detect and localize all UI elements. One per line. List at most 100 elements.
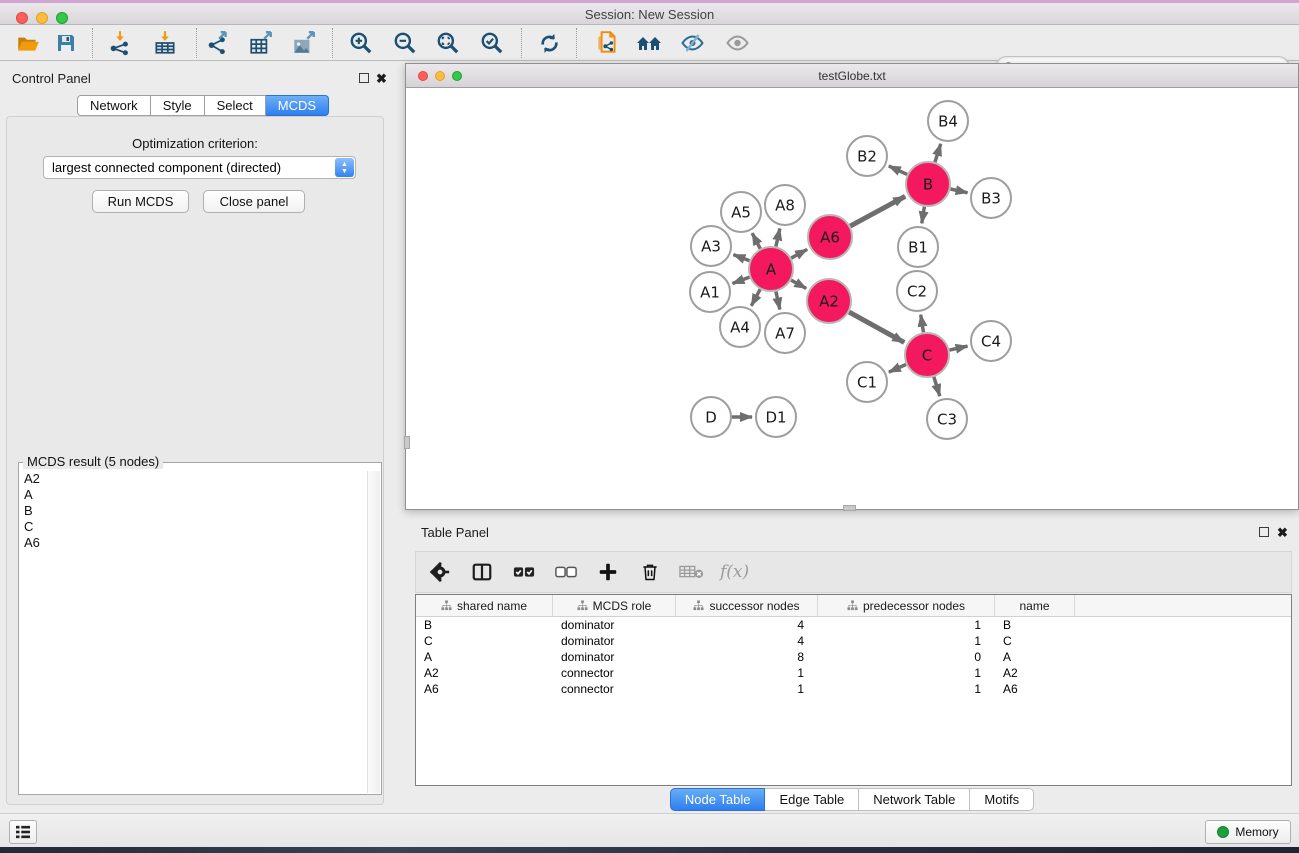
zoom-out-icon[interactable] bbox=[390, 29, 420, 57]
function-builder-icon[interactable]: f(x) bbox=[720, 562, 749, 582]
graph-node-A6[interactable]: A6 bbox=[808, 215, 852, 259]
graph-node-C1[interactable]: C1 bbox=[847, 362, 887, 402]
table-row[interactable]: Cdominator41C bbox=[416, 633, 1291, 649]
control-tab-mcds[interactable]: MCDS bbox=[266, 95, 329, 116]
graph-edge-B-B1[interactable] bbox=[922, 207, 925, 224]
export-image-icon[interactable] bbox=[289, 29, 319, 57]
show-all-panels-icon[interactable] bbox=[634, 29, 664, 57]
hide-eye-icon[interactable] bbox=[677, 29, 707, 57]
zoom-fit-icon[interactable] bbox=[433, 29, 463, 57]
mcds-result-item[interactable]: A6 bbox=[20, 535, 366, 551]
control-tab-style[interactable]: Style bbox=[151, 95, 205, 116]
column-header-successor-nodes[interactable]: successor nodes bbox=[676, 595, 818, 616]
graph-node-A2[interactable]: A2 bbox=[807, 279, 851, 323]
mcds-result-list[interactable]: A2ABCA6 bbox=[20, 471, 366, 793]
import-table-icon[interactable] bbox=[150, 29, 180, 57]
table-tab-node-table[interactable]: Node Table bbox=[670, 788, 766, 811]
show-columns-icon[interactable] bbox=[468, 558, 496, 586]
save-session-icon[interactable] bbox=[51, 29, 81, 57]
apply-layout-icon[interactable] bbox=[534, 29, 564, 57]
zoom-selected-icon[interactable] bbox=[477, 29, 507, 57]
graph-edge-A-A7[interactable] bbox=[776, 291, 780, 309]
graph-node-C2[interactable]: C2 bbox=[897, 271, 937, 311]
show-eye-icon[interactable] bbox=[722, 29, 752, 57]
criterion-dropdown[interactable]: largest connected component (directed) ▲… bbox=[43, 156, 356, 179]
zoom-in-icon[interactable] bbox=[346, 29, 376, 57]
mcds-result-item[interactable]: A bbox=[20, 487, 366, 503]
graph-edge-A6-B[interactable] bbox=[850, 196, 905, 226]
graph-edge-C-C1[interactable] bbox=[889, 364, 906, 372]
graph-node-D[interactable]: D bbox=[691, 397, 731, 437]
network-left-grip[interactable] bbox=[404, 436, 410, 449]
graph-edge-A-A8[interactable] bbox=[776, 228, 780, 246]
graph-node-A1[interactable]: A1 bbox=[690, 272, 730, 312]
graph-node-C[interactable]: C bbox=[905, 333, 949, 377]
deselect-all-icon[interactable] bbox=[552, 558, 580, 586]
graph-node-A3[interactable]: A3 bbox=[691, 226, 731, 266]
graph-node-A7[interactable]: A7 bbox=[765, 313, 805, 353]
network-graph-canvas[interactable]: A A1 A2 A3 A4 A5 A6 A7 A8 B B1 B2 B3B4 C C1 C2 C3C4 D D1 bbox=[406, 88, 1297, 509]
column-header-predecessor-nodes[interactable]: predecessor nodes bbox=[818, 595, 995, 616]
graph-edge-A-A3[interactable] bbox=[733, 255, 749, 261]
delete-table-icon[interactable] bbox=[678, 558, 706, 586]
graph-edge-B-B2[interactable] bbox=[889, 166, 907, 174]
memory-button[interactable]: Memory bbox=[1205, 820, 1291, 844]
delete-entry-icon[interactable] bbox=[636, 558, 664, 586]
mcds-result-item[interactable]: C bbox=[20, 519, 366, 535]
table-tab-motifs[interactable]: Motifs bbox=[970, 788, 1034, 811]
graph-node-A5[interactable]: A5 bbox=[721, 192, 761, 232]
column-header-shared-name[interactable]: shared name bbox=[416, 595, 553, 616]
table-settings-icon[interactable] bbox=[426, 558, 454, 586]
network-bottom-grip[interactable] bbox=[843, 505, 856, 511]
graph-node-C4[interactable]: C4 bbox=[971, 321, 1011, 361]
mcds-result-item[interactable]: A2 bbox=[20, 471, 366, 487]
control-tab-network[interactable]: Network bbox=[77, 95, 151, 116]
graph-node-B4[interactable]: B4 bbox=[928, 101, 968, 141]
mcds-result-item[interactable]: B bbox=[20, 503, 366, 519]
graph-node-B[interactable]: B bbox=[906, 162, 950, 206]
control-tab-select[interactable]: Select bbox=[205, 95, 266, 116]
table-row[interactable]: Bdominator41B bbox=[416, 617, 1291, 633]
network-window-titlebar[interactable]: testGlobe.txt bbox=[406, 64, 1298, 88]
graph-edge-C-C3[interactable] bbox=[934, 377, 940, 396]
graph-node-A[interactable]: A bbox=[749, 247, 793, 291]
open-session-icon[interactable] bbox=[13, 29, 43, 57]
graph-node-D1[interactable]: D1 bbox=[756, 397, 796, 437]
table-row[interactable]: A6connector11A6 bbox=[416, 681, 1291, 697]
table-tab-network-table[interactable]: Network Table bbox=[859, 788, 970, 811]
table-row[interactable]: A2connector11A2 bbox=[416, 665, 1291, 681]
close-panel-button[interactable]: Close panel bbox=[203, 190, 305, 213]
graph-node-A4[interactable]: A4 bbox=[720, 307, 760, 347]
graph-edge-B-B3[interactable] bbox=[950, 189, 967, 193]
graph-edge-A2-C[interactable] bbox=[849, 312, 904, 342]
graph-edge-C-C2[interactable] bbox=[921, 315, 924, 333]
graph-edge-C-C4[interactable] bbox=[949, 346, 967, 350]
column-header-name[interactable]: name bbox=[995, 595, 1075, 616]
export-table-icon[interactable] bbox=[246, 29, 276, 57]
mcds-result-scrollbar[interactable] bbox=[367, 471, 380, 793]
graph-node-B2[interactable]: B2 bbox=[847, 136, 887, 176]
import-network-icon[interactable] bbox=[105, 29, 135, 57]
graph-edge-A-A1[interactable] bbox=[732, 277, 749, 283]
graph-edge-A-A6[interactable] bbox=[791, 249, 807, 258]
table-panel-float-icon[interactable] bbox=[1259, 527, 1269, 537]
graph-edge-A-A4[interactable] bbox=[751, 289, 760, 306]
graph-node-C3[interactable]: C3 bbox=[927, 399, 967, 439]
table-tab-edge-table[interactable]: Edge Table bbox=[765, 788, 859, 811]
control-panel-float-icon[interactable] bbox=[359, 73, 369, 83]
graph-edge-A-A5[interactable] bbox=[752, 233, 760, 248]
graph-node-B1[interactable]: B1 bbox=[898, 227, 938, 267]
table-row[interactable]: Adominator80A bbox=[416, 649, 1291, 665]
network-from-selection-icon[interactable] bbox=[592, 29, 622, 57]
select-all-icon[interactable] bbox=[510, 558, 538, 586]
node-table[interactable]: shared nameMCDS rolesuccessor nodesprede… bbox=[415, 594, 1292, 786]
graph-node-A8[interactable]: A8 bbox=[765, 185, 805, 225]
export-network-icon[interactable] bbox=[203, 29, 233, 57]
graph-edge-A-A2[interactable] bbox=[791, 280, 806, 288]
control-panel-close-icon[interactable]: ✖ bbox=[376, 71, 387, 87]
graph-node-B3[interactable]: B3 bbox=[971, 178, 1011, 218]
task-history-button[interactable] bbox=[9, 820, 37, 844]
run-mcds-button[interactable]: Run MCDS bbox=[92, 190, 189, 213]
column-header-MCDS-role[interactable]: MCDS role bbox=[553, 595, 676, 616]
add-entry-icon[interactable] bbox=[594, 558, 622, 586]
